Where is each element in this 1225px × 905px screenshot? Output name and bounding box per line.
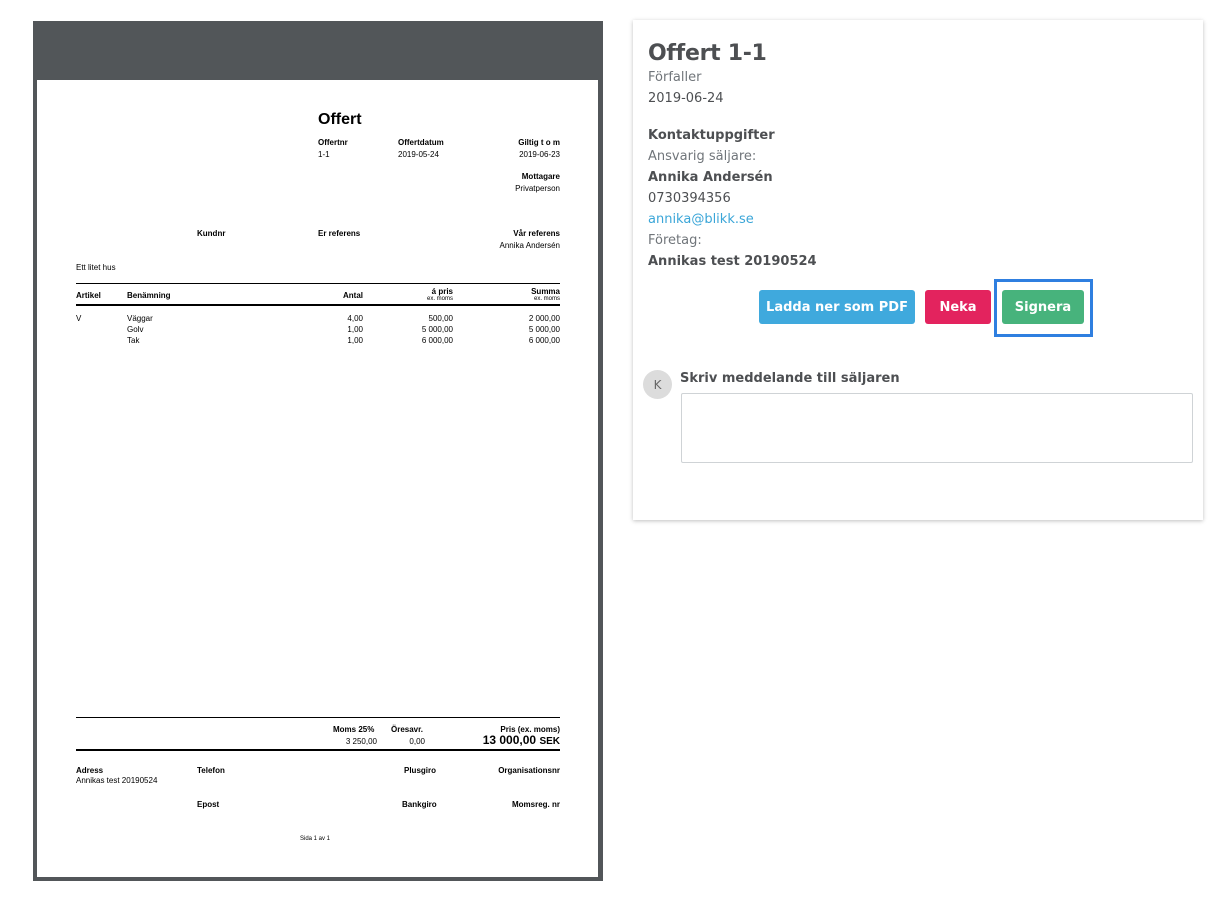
message-textarea[interactable] (681, 393, 1193, 463)
row-antal: 1,00 (347, 325, 363, 334)
table-header-rule (76, 304, 560, 306)
bankgiro-label: Bankgiro (402, 800, 437, 809)
telefon-label: Telefon (197, 766, 225, 775)
company-label: Företag: (648, 233, 702, 248)
seller-phone: 0730394356 (648, 191, 731, 206)
decline-button[interactable]: Neka (925, 290, 991, 324)
offertnr-value: 1-1 (318, 150, 330, 159)
offer-panel: Offert 1-1 Förfaller 2019-06-24 Kontaktu… (633, 20, 1203, 520)
row-artikel: V (76, 314, 82, 323)
pdf-title: Offert (318, 111, 362, 128)
col-artikel: Artikel (76, 291, 101, 300)
offer-description: Ett litet hus (76, 263, 116, 272)
moms-value: 3 250,00 (345, 737, 377, 746)
adress-value: Annikas test 20190524 (76, 776, 158, 785)
momsreg-label: Momsreg. nr (511, 800, 560, 809)
totals-top-rule (76, 717, 560, 718)
pdf-viewer[interactable]: Offert Offertnr 1-1 Offertdatum 2019-05-… (33, 21, 603, 881)
contact-heading: Kontaktuppgifter (648, 128, 775, 143)
pris-total: 13 000,00 SEK (483, 733, 560, 747)
row-benamning: Tak (127, 336, 140, 345)
kundnr-label: Kundnr (197, 229, 226, 238)
row-antal: 1,00 (347, 336, 363, 345)
row-apris: 6 000,00 (421, 336, 453, 345)
totals-bottom-rule (76, 749, 560, 751)
due-date: 2019-06-24 (648, 91, 724, 106)
er-referens-label: Er referens (318, 229, 361, 238)
row-summa: 2 000,00 (528, 314, 560, 323)
company-name: Annikas test 20190524 (648, 254, 817, 269)
row-benamning: Väggar (127, 314, 153, 323)
table-top-rule (76, 283, 560, 284)
mottagare-label: Mottagare (521, 172, 560, 181)
col-summa-sub: ex. moms (533, 296, 560, 302)
col-summa: Summa (531, 287, 560, 296)
row-antal: 4,00 (347, 314, 363, 323)
oresavr-value: 0,00 (409, 737, 425, 746)
row-apris: 5 000,00 (421, 325, 453, 334)
row-summa: 5 000,00 (528, 325, 560, 334)
offertnr-label: Offertnr (318, 138, 348, 147)
giltig-label: Giltig t o m (518, 138, 560, 147)
col-apris-sub: ex. moms (426, 296, 453, 302)
page-number: Sida 1 av 1 (300, 836, 331, 842)
col-antal: Antal (343, 291, 363, 300)
sign-button[interactable]: Signera (1002, 290, 1084, 324)
seller-name: Annika Andersén (648, 170, 773, 185)
mottagare-value: Privatperson (515, 184, 560, 193)
currency: SEK (539, 736, 560, 747)
seller-label: Ansvarig säljare: (648, 149, 757, 164)
message-label: Skriv meddelande till säljaren (680, 371, 900, 386)
moms-label: Moms 25% (333, 725, 375, 734)
pdf-page: Offert Offertnr 1-1 Offertdatum 2019-05-… (37, 80, 598, 877)
pris-value: 13 000,00 (482, 733, 537, 747)
due-label: Förfaller (648, 70, 702, 85)
epost-label: Epost (197, 800, 220, 809)
seller-email-link[interactable]: annika@blikk.se (648, 212, 754, 227)
offertdatum-value: 2019-05-24 (398, 150, 439, 159)
offer-title: Offert 1-1 (648, 41, 767, 66)
col-benamning: Benämning (127, 291, 171, 300)
col-apris: á pris (431, 287, 453, 296)
plusgiro-label: Plusgiro (404, 766, 437, 775)
giltig-value: 2019-06-23 (519, 150, 560, 159)
var-referens-value: Annika Andersén (499, 241, 561, 250)
avatar: K (643, 370, 672, 399)
download-pdf-button[interactable]: Ladda ner som PDF (759, 290, 915, 324)
row-apris: 500,00 (428, 314, 453, 323)
table-row: V (76, 314, 81, 323)
row-benamning: Golv (127, 325, 144, 334)
offertdatum-label: Offertdatum (398, 138, 444, 147)
orgnr-label: Organisationsnr (498, 766, 560, 775)
var-referens-label: Vår referens (513, 229, 560, 238)
row-summa: 6 000,00 (528, 336, 560, 345)
oresavr-label: Öresavr. (391, 725, 424, 734)
adress-label: Adress (76, 766, 104, 775)
